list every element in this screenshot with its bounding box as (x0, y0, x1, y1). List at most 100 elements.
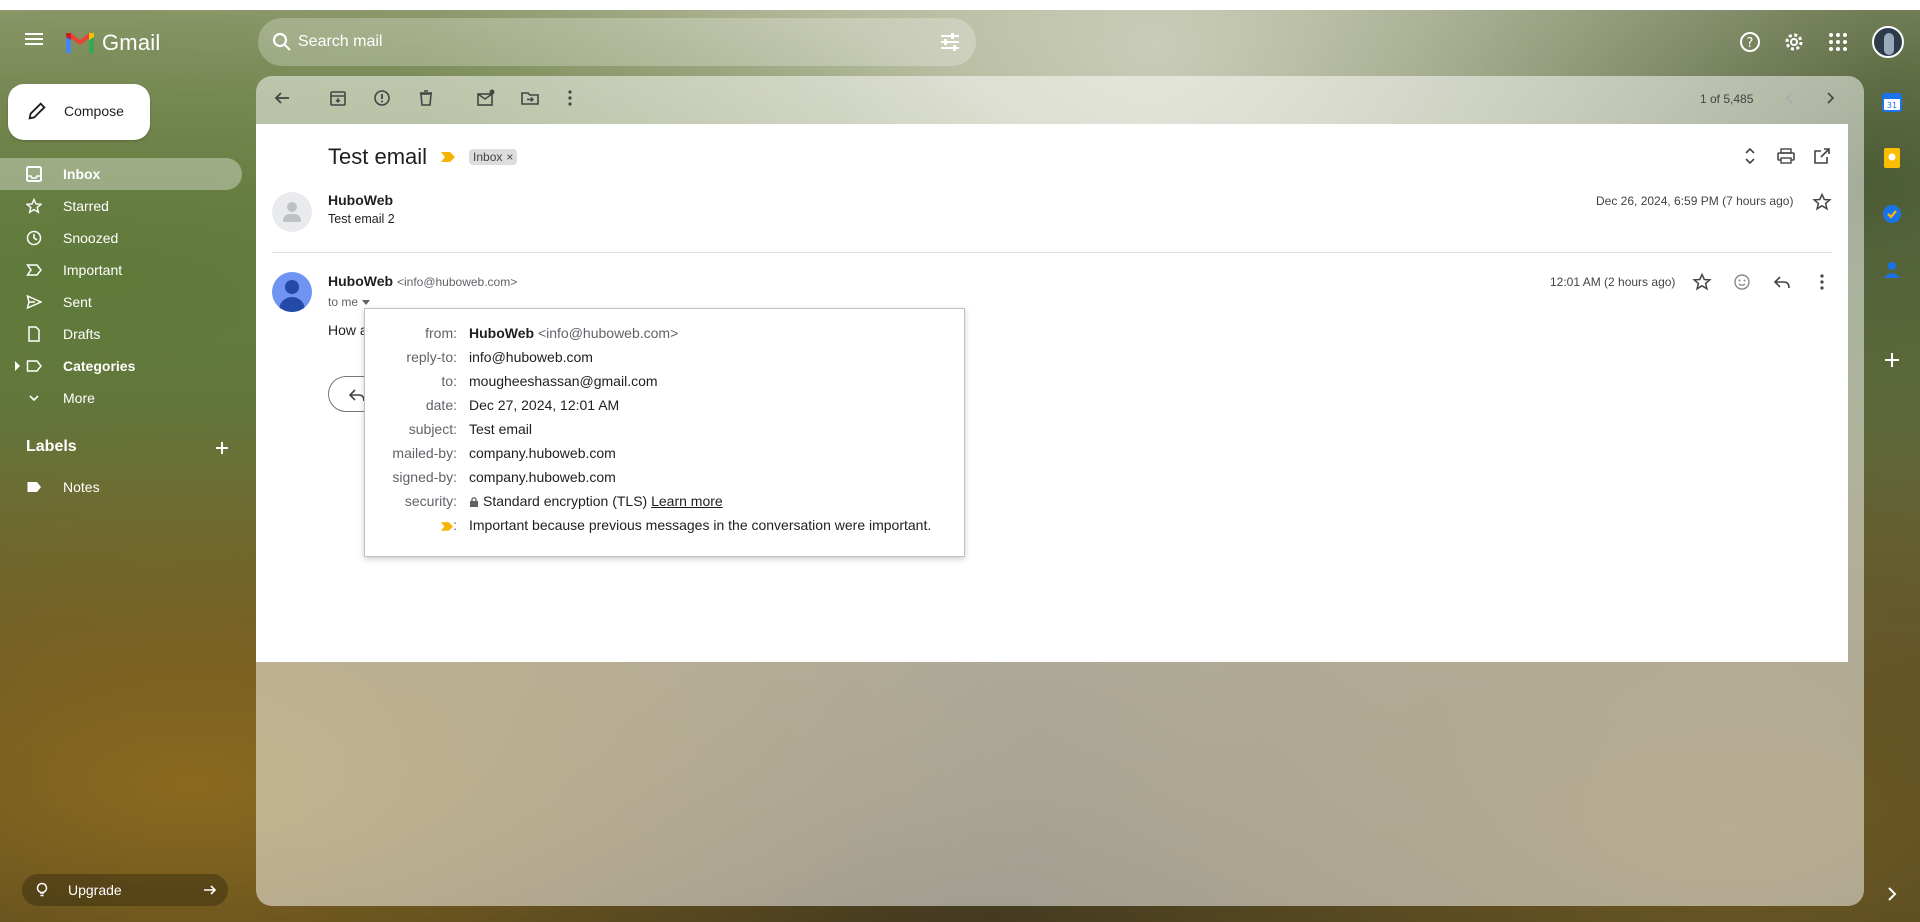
mark-unread-icon[interactable] (476, 88, 496, 108)
add-addon-icon[interactable] (1880, 348, 1904, 372)
sidebar-item-important[interactable]: Important (0, 254, 240, 286)
search-options-icon[interactable] (938, 30, 962, 54)
top-strip (0, 0, 1920, 10)
lightbulb-icon (36, 882, 48, 897)
detail-row-importance: : Important because previous messages in… (365, 515, 965, 535)
detail-row-date: date: Dec 27, 2024, 12:01 AM (365, 395, 965, 415)
upgrade-label: Upgrade (68, 882, 122, 898)
report-spam-icon[interactable] (372, 88, 392, 108)
newer-chevron-left-icon[interactable] (1780, 88, 1800, 108)
sidebar-item-starred[interactable]: Starred (0, 190, 240, 222)
detail-value: Dec 27, 2024, 12:01 AM (469, 397, 620, 413)
star-icon[interactable] (1812, 192, 1832, 212)
importance-marker-icon[interactable] (441, 152, 456, 162)
chevron-right-icon[interactable] (1880, 882, 1904, 906)
detail-label: to: (441, 373, 457, 389)
message-details-popup: from: HuboWeb <info@huboweb.com> reply-t… (364, 308, 965, 557)
detail-label: subject: (408, 421, 457, 437)
recipients-toggle[interactable]: to me (328, 295, 371, 309)
reply-icon[interactable] (1772, 272, 1792, 292)
sidebar-nav: Inbox Starred Snoozed Important Sent Dra… (0, 158, 242, 414)
detail-value: company.huboweb.com (469, 469, 616, 485)
calendar-icon[interactable]: 31 (1880, 90, 1904, 114)
sidebar-item-label: Starred (63, 198, 109, 214)
importance-label-colon: : (453, 517, 457, 533)
sidebar-item-label: Inbox (63, 166, 101, 182)
sidebar-item-notes[interactable]: Notes (0, 471, 240, 503)
keep-icon[interactable] (1880, 146, 1904, 170)
from-name: HuboWeb (469, 325, 535, 341)
compose-button[interactable]: Compose (8, 84, 150, 140)
draft-icon (28, 326, 40, 342)
star-icon[interactable] (1692, 272, 1712, 292)
send-icon (26, 294, 42, 310)
label-icon (27, 482, 41, 492)
contacts-icon[interactable] (1880, 258, 1904, 282)
lock-icon (470, 497, 478, 507)
clock-icon (26, 230, 42, 246)
sidebar-item-more[interactable]: More (0, 382, 240, 414)
detail-row-reply-to: reply-to: info@huboweb.com (365, 347, 965, 367)
upgrade-button[interactable]: Upgrade (22, 874, 228, 906)
chevron-down-icon (29, 395, 39, 402)
remove-label-button[interactable]: × (506, 150, 513, 164)
settings-gear-icon[interactable] (1782, 30, 1806, 54)
label-icon (26, 360, 42, 372)
learn-more-link[interactable]: Learn more (651, 493, 723, 509)
main-menu-button[interactable] (22, 30, 46, 54)
expand-caret-icon[interactable] (15, 361, 20, 371)
sidebar-item-label: Categories (63, 358, 136, 374)
sidebar-item-drafts[interactable]: Drafts (0, 318, 240, 350)
apps-grid-icon[interactable] (1826, 30, 1850, 54)
sender-name[interactable]: HuboWeb (328, 192, 393, 208)
more-vert-icon[interactable] (560, 88, 580, 108)
detail-row-security: security: Standard encryption (TLS) Lear… (365, 491, 965, 511)
labels-header: Labels (26, 438, 77, 455)
add-reaction-emoji-icon[interactable] (1732, 272, 1752, 292)
expand-all-icon[interactable] (1740, 146, 1760, 166)
sidebar-item-categories[interactable]: Categories (0, 350, 240, 382)
sidebar-item-sent[interactable]: Sent (0, 286, 240, 318)
message-snippet[interactable]: Test email 2 (328, 212, 395, 226)
search-input[interactable] (298, 26, 898, 58)
archive-icon[interactable] (328, 88, 348, 108)
detail-row-to: to: mougheeshassan@gmail.com (365, 371, 965, 391)
detail-row-signed-by: signed-by: company.huboweb.com (365, 467, 965, 487)
back-arrow-icon[interactable] (272, 88, 292, 108)
pencil-icon (28, 102, 46, 120)
detail-label: from: (425, 325, 457, 341)
delete-trash-icon[interactable] (416, 88, 436, 108)
sidebar-item-label: Drafts (63, 326, 101, 342)
tasks-icon[interactable] (1880, 202, 1904, 226)
detail-value: info@huboweb.com (469, 349, 593, 365)
dropdown-arrow-icon[interactable] (362, 299, 371, 305)
app-name: Gmail (102, 30, 161, 55)
star-icon (26, 198, 42, 214)
detail-value: Test email (469, 421, 533, 437)
detail-row-subject: subject: Test email (365, 419, 965, 439)
detail-row-mailed-by: mailed-by: company.huboweb.com (365, 443, 965, 463)
compose-label: Compose (64, 103, 124, 119)
account-avatar[interactable] (1872, 26, 1904, 58)
open-new-window-icon[interactable] (1812, 146, 1832, 166)
search-bar[interactable] (258, 18, 976, 66)
label-important-icon (26, 264, 42, 276)
more-vert-icon[interactable] (1812, 272, 1832, 292)
detail-row-from: from: HuboWeb <info@huboweb.com> (365, 323, 965, 343)
detail-label: security: (404, 493, 457, 509)
gmail-logo[interactable]: Gmail (64, 30, 160, 56)
print-icon[interactable] (1776, 146, 1796, 166)
sender-avatar (272, 192, 312, 232)
older-chevron-right-icon[interactable] (1820, 88, 1840, 108)
help-icon[interactable]: ? (1738, 30, 1762, 54)
sender-name[interactable]: HuboWeb <info@huboweb.com> (328, 273, 517, 289)
search-icon[interactable] (270, 30, 294, 54)
sidebar-item-inbox[interactable]: Inbox (0, 158, 242, 190)
sidebar-item-label: Snoozed (63, 230, 119, 246)
svg-text:31: 31 (1887, 101, 1897, 110)
inbox-icon (26, 166, 42, 182)
sidebar-item-snoozed[interactable]: Snoozed (0, 222, 240, 254)
add-label-icon[interactable] (212, 438, 232, 458)
move-to-icon[interactable] (520, 88, 540, 108)
sender-avatar (272, 272, 312, 312)
